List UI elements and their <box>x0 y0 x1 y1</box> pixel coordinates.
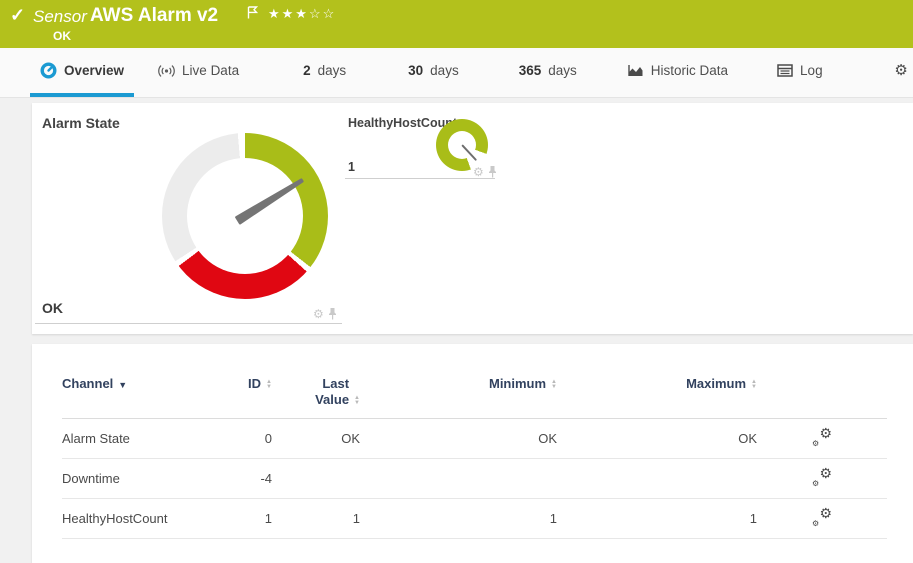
channel-settings-icon[interactable]: ⚙⚙ <box>812 428 832 446</box>
tab-number: 30 <box>408 63 423 78</box>
secondary-gauge-actions: ⚙ <box>473 165 497 178</box>
sort-icon: ▲▼ <box>354 396 360 406</box>
gauge-needle <box>131 102 360 331</box>
tab-30-days[interactable]: 30 days <box>398 48 469 97</box>
cell-last-value <box>272 459 360 499</box>
cell-channel: HealthyHostCount <box>62 499 212 539</box>
table-row: HealthyHostCount 1 1 1 1 ⚙⚙ <box>62 499 887 539</box>
stars-filled-icon: ★★★ <box>268 6 309 21</box>
cell-id: 1 <box>212 499 272 539</box>
flag-icon[interactable] <box>247 6 258 19</box>
column-header-minimum[interactable]: Minimum ▲▼ <box>360 370 557 419</box>
tab-label: days <box>430 63 459 78</box>
sort-down-icon: ▼ <box>551 385 557 390</box>
gauge-icon <box>40 62 57 79</box>
entity-type-label: Sensor <box>33 7 87 27</box>
table-row: Downtime -4 ⚙⚙ <box>62 459 887 499</box>
cell-last-value: OK <box>272 419 360 459</box>
column-header-actions <box>757 370 887 419</box>
column-label: Maximum <box>686 376 746 391</box>
column-header-maximum[interactable]: Maximum ▲▼ <box>557 370 757 419</box>
channel-settings-icon[interactable]: ⚙⚙ <box>812 508 832 526</box>
primary-gauge-title: Alarm State <box>42 115 120 131</box>
tab-number: 2 <box>303 63 311 78</box>
primary-gauge-value: OK <box>42 300 63 316</box>
sensor-title: AWS Alarm v2 <box>90 5 218 27</box>
channel-table-panel: Channel ▼ ID ▲▼ Last Value ▲▼ Minimum ▲▼ Max… <box>32 344 913 563</box>
cell-minimum: OK <box>360 419 557 459</box>
table-row: Alarm State 0 OK OK OK ⚙⚙ <box>62 419 887 459</box>
healthyhostcount-gauge <box>436 119 488 171</box>
alarm-state-gauge <box>162 133 328 299</box>
cell-maximum: 1 <box>557 499 757 539</box>
tab-label: Historic Data <box>651 63 728 78</box>
column-header-channel[interactable]: Channel ▼ <box>62 370 212 419</box>
tab-overview[interactable]: Overview <box>30 48 134 97</box>
column-label: Last Value <box>303 376 349 408</box>
sort-icon: ▲▼ <box>266 380 272 390</box>
gauges-panel: Alarm State OK ⚙ HealthyHostCount 1 <box>32 103 913 334</box>
cell-maximum <box>557 459 757 499</box>
gear-icon: ⚙ <box>812 520 819 528</box>
channel-table: Channel ▼ ID ▲▼ Last Value ▲▼ Minimum ▲▼ Max… <box>62 370 887 539</box>
sort-down-icon: ▼ <box>751 385 757 390</box>
caret-down-icon: ▼ <box>118 380 127 390</box>
tab-live-data[interactable]: Live Data <box>148 48 249 97</box>
divider <box>35 323 342 324</box>
table-header-row: Channel ▼ ID ▲▼ Last Value ▲▼ Minimum ▲▼ Max… <box>62 370 887 419</box>
tab-label: Log <box>800 63 823 78</box>
secondary-gauge-value: 1 <box>348 160 355 174</box>
tab-settings[interactable]: ⚙ Settings <box>883 48 913 97</box>
channel-settings-icon[interactable]: ⚙⚙ <box>812 468 832 486</box>
stars-empty-icon: ☆☆ <box>309 6 336 21</box>
gear-icon[interactable]: ⚙ <box>473 166 484 178</box>
gear-icon[interactable]: ⚙ <box>313 308 324 320</box>
sort-icon: ▲▼ <box>751 380 757 390</box>
cell-channel: Alarm State <box>62 419 212 459</box>
cell-last-value: 1 <box>272 499 360 539</box>
column-label: Minimum <box>489 376 546 391</box>
tab-label: days <box>318 63 347 78</box>
priority-stars[interactable]: ★★★☆☆ <box>268 6 336 22</box>
live-signal-icon <box>158 62 175 79</box>
sort-down-icon: ▼ <box>266 385 272 390</box>
tab-label: days <box>548 63 577 78</box>
log-list-icon <box>776 62 793 79</box>
tab-historic-data[interactable]: Historic Data <box>617 48 738 97</box>
area-chart-icon <box>627 62 644 79</box>
cell-maximum: OK <box>557 419 757 459</box>
cell-id: 0 <box>212 419 272 459</box>
column-header-last-value[interactable]: Last Value ▲▼ <box>272 370 360 419</box>
sensor-overview-page: ✓ Sensor AWS Alarm v2 ★★★☆☆ OK Overview … <box>0 0 913 563</box>
primary-gauge-actions: ⚙ <box>313 307 337 320</box>
sort-down-icon: ▼ <box>354 401 360 406</box>
tab-365-days[interactable]: 365 days <box>509 48 587 97</box>
gear-icon: ⚙ <box>812 440 819 448</box>
tab-label: Live Data <box>182 63 239 78</box>
tab-label: Overview <box>64 63 124 78</box>
tab-2-days[interactable]: 2 days <box>293 48 356 97</box>
tab-log[interactable]: Log <box>766 48 833 97</box>
sensor-status-header: ✓ Sensor AWS Alarm v2 ★★★☆☆ OK <box>0 0 913 48</box>
column-header-id[interactable]: ID ▲▼ <box>212 370 272 419</box>
column-label: ID <box>248 376 261 391</box>
pin-icon[interactable] <box>328 307 337 320</box>
tab-bar: Overview Live Data 2 days 30 days 365 da… <box>0 48 913 98</box>
sensor-status-text: OK <box>53 29 71 43</box>
gear-icon: ⚙ <box>819 426 832 440</box>
gear-icon: ⚙ <box>812 480 819 488</box>
pin-icon[interactable] <box>488 165 497 178</box>
gear-icon: ⚙ <box>893 62 910 79</box>
column-label: Channel <box>62 376 113 391</box>
gear-icon: ⚙ <box>819 506 832 520</box>
cell-minimum <box>360 459 557 499</box>
cell-minimum: 1 <box>360 499 557 539</box>
sort-icon: ▲▼ <box>551 380 557 390</box>
tab-number: 365 <box>519 63 542 78</box>
gear-icon: ⚙ <box>819 466 832 480</box>
status-check-icon: ✓ <box>10 5 25 26</box>
cell-id: -4 <box>212 459 272 499</box>
cell-channel: Downtime <box>62 459 212 499</box>
